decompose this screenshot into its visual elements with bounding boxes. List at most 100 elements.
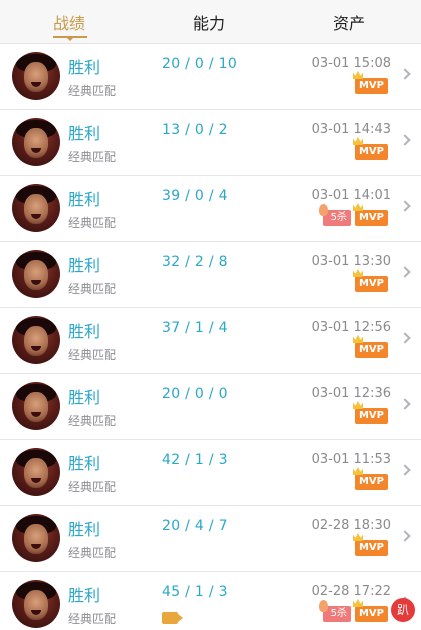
chevron-right-icon	[399, 530, 411, 542]
badge-group: 5杀 MVP	[318, 203, 388, 226]
badge-group: MVP	[352, 71, 388, 94]
mvp-badge: MVP	[352, 71, 388, 94]
mvp-badge: MVP	[352, 467, 388, 490]
mvp-badge: MVP	[352, 137, 388, 160]
match-row[interactable]: 胜利 经典匹配 45 / 1 / 3 02-28 17:22 5杀 MVP	[0, 572, 421, 630]
match-kda: 20 / 0 / 0	[162, 386, 228, 402]
hero-avatar	[12, 514, 60, 562]
crown-icon	[352, 599, 363, 607]
crown-icon	[352, 533, 363, 541]
crown-icon	[352, 467, 363, 475]
match-kda: 13 / 0 / 2	[162, 122, 228, 138]
match-mode: 经典匹配	[68, 546, 117, 560]
tab-active-indicator	[53, 36, 87, 41]
match-mode: 经典匹配	[68, 480, 117, 494]
match-row[interactable]: 胜利 经典匹配 20 / 4 / 7 02-28 18:30 MVP	[0, 506, 421, 572]
badge-group: MVP	[352, 137, 388, 160]
top-tab-bar: 战绩 能力 资产	[0, 0, 421, 44]
badge-group: MVP	[352, 533, 388, 556]
hero-avatar	[12, 580, 60, 628]
watermark-logo: 趴	[391, 598, 415, 622]
chevron-right-icon	[399, 134, 411, 146]
match-result: 胜利	[68, 58, 101, 77]
match-result: 胜利	[68, 190, 101, 209]
tab-assets[interactable]: 资产	[333, 10, 365, 34]
badge-group: MVP	[352, 467, 388, 490]
chevron-right-icon	[399, 464, 411, 476]
match-row[interactable]: 胜利 经典匹配 13 / 0 / 2 03-01 14:43 MVP	[0, 110, 421, 176]
match-mode: 经典匹配	[68, 150, 117, 164]
match-row[interactable]: 胜利 经典匹配 37 / 1 / 4 03-01 12:56 MVP	[0, 308, 421, 374]
match-row[interactable]: 胜利 经典匹配 32 / 2 / 8 03-01 13:30 MVP	[0, 242, 421, 308]
match-mode: 经典匹配	[68, 216, 117, 230]
mvp-badge: MVP	[352, 203, 388, 226]
match-row[interactable]: 胜利 经典匹配 20 / 0 / 10 03-01 15:08 MVP	[0, 44, 421, 110]
match-mode: 经典匹配	[68, 84, 117, 98]
chevron-right-icon	[399, 266, 411, 278]
match-mode: 经典匹配	[68, 282, 117, 296]
match-kda: 37 / 1 / 4	[162, 320, 228, 336]
match-time: 03-01 11:53	[311, 452, 391, 467]
hero-avatar	[12, 118, 60, 166]
crown-icon	[352, 269, 363, 277]
chevron-right-icon	[399, 398, 411, 410]
match-time: 03-01 14:01	[311, 188, 391, 203]
hero-avatar	[12, 448, 60, 496]
tab-ability[interactable]: 能力	[193, 10, 225, 34]
match-kda: 39 / 0 / 4	[162, 188, 228, 204]
hero-avatar	[12, 250, 60, 298]
mvp-badge: MVP	[352, 335, 388, 358]
video-icon[interactable]	[162, 612, 183, 624]
match-result: 胜利	[68, 454, 101, 473]
badge-group: MVP	[352, 269, 388, 292]
crown-icon	[352, 401, 363, 409]
mvp-badge: MVP	[352, 599, 388, 622]
mvp-badge: MVP	[352, 269, 388, 292]
match-kda: 42 / 1 / 3	[162, 452, 228, 468]
hero-avatar	[12, 382, 60, 430]
match-time: 02-28 17:22	[311, 584, 391, 599]
match-row[interactable]: 胜利 经典匹配 39 / 0 / 4 03-01 14:01 5杀 MVP	[0, 176, 421, 242]
match-kda: 45 / 1 / 3	[162, 584, 228, 600]
match-result: 胜利	[68, 388, 101, 407]
match-kda: 20 / 4 / 7	[162, 518, 228, 534]
mvp-badge: MVP	[352, 533, 388, 556]
match-result: 胜利	[68, 124, 101, 143]
crown-icon	[352, 71, 363, 79]
match-time: 03-01 15:08	[311, 56, 391, 71]
crown-icon	[352, 137, 363, 145]
chevron-right-icon	[399, 200, 411, 212]
match-kda: 20 / 0 / 10	[162, 56, 238, 72]
match-time: 03-01 12:56	[311, 320, 391, 335]
crown-icon	[352, 203, 363, 211]
badge-group: 5杀 MVP	[318, 599, 388, 622]
match-list: 胜利 经典匹配 20 / 0 / 10 03-01 15:08 MVP 胜利 经…	[0, 44, 421, 630]
crown-icon	[352, 335, 363, 343]
chevron-right-icon	[399, 332, 411, 344]
match-row[interactable]: 胜利 经典匹配 42 / 1 / 3 03-01 11:53 MVP	[0, 440, 421, 506]
chevron-right-icon	[399, 68, 411, 80]
match-row[interactable]: 胜利 经典匹配 20 / 0 / 0 03-01 12:36 MVP	[0, 374, 421, 440]
match-kda: 32 / 2 / 8	[162, 254, 228, 270]
hero-avatar	[12, 52, 60, 100]
flame-icon	[318, 600, 328, 612]
hero-avatar	[12, 316, 60, 364]
penta-kill-badge: 5杀	[318, 204, 351, 226]
match-mode: 经典匹配	[68, 612, 117, 626]
badge-group: MVP	[352, 401, 388, 424]
match-result: 胜利	[68, 322, 101, 341]
match-result: 胜利	[68, 256, 101, 275]
match-result: 胜利	[68, 520, 101, 539]
match-time: 03-01 12:36	[311, 386, 391, 401]
mvp-badge: MVP	[352, 401, 388, 424]
match-time: 02-28 18:30	[311, 518, 391, 533]
tab-record[interactable]: 战绩	[53, 10, 85, 34]
match-time: 03-01 14:43	[311, 122, 391, 137]
hero-avatar	[12, 184, 60, 232]
match-time: 03-01 13:30	[311, 254, 391, 269]
match-mode: 经典匹配	[68, 348, 117, 362]
match-mode: 经典匹配	[68, 414, 117, 428]
badge-group: MVP	[352, 335, 388, 358]
match-result: 胜利	[68, 586, 101, 605]
flame-icon	[318, 204, 328, 216]
